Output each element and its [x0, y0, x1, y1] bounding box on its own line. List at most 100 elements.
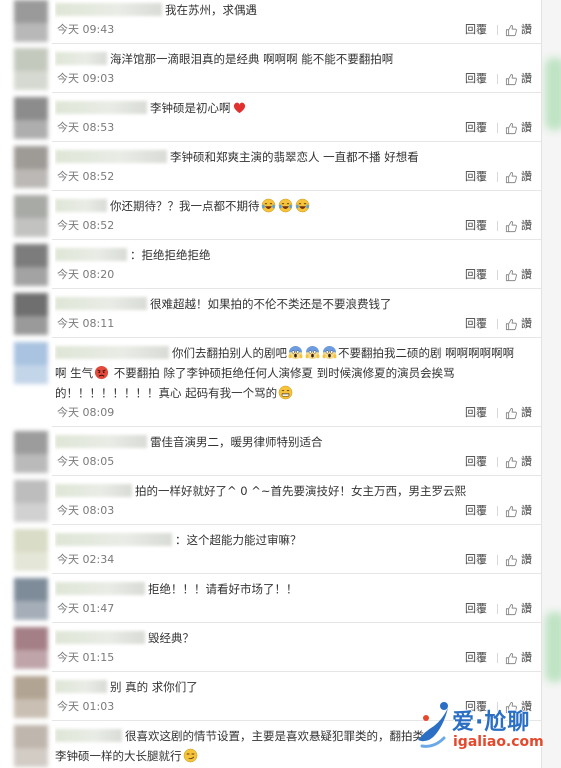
- reply-button[interactable]: 回覆: [465, 69, 487, 89]
- thumbs-up-icon: [505, 269, 518, 282]
- like-button[interactable]: 讚: [505, 501, 532, 521]
- like-button[interactable]: 讚: [505, 452, 532, 472]
- username[interactable]: [55, 199, 107, 212]
- comment-meta: 今天 08:52 回覆 讚: [55, 216, 541, 236]
- avatar[interactable]: [14, 578, 48, 620]
- like-button[interactable]: 讚: [505, 69, 532, 89]
- action-divider: [497, 74, 498, 84]
- username[interactable]: [55, 631, 145, 644]
- reply-button[interactable]: 回覆: [465, 265, 487, 285]
- avatar[interactable]: [14, 676, 48, 718]
- laughing-emoji: [261, 198, 276, 213]
- comment-meta: 今天 08:09 回覆 讚: [55, 403, 541, 423]
- comment-text: 海洋馆那一滴眼泪真的是经典 啊啊啊 能不能不要翻拍啊: [110, 52, 394, 66]
- username[interactable]: [55, 680, 107, 693]
- username[interactable]: [55, 248, 127, 261]
- comment-text-line: 你们去翻拍别人的剧吧 不要翻拍我二硕的剧 啊啊啊啊啊啊: [55, 343, 535, 363]
- avatar[interactable]: [14, 342, 48, 384]
- comment-text-line: ：拒绝拒绝拒绝: [55, 245, 535, 265]
- comment-time: 今天 09:03: [57, 72, 115, 85]
- like-button[interactable]: 讚: [505, 265, 532, 285]
- reply-button[interactable]: 回覆: [465, 118, 487, 138]
- thumbs-up-icon: [505, 456, 518, 469]
- comment-text: 你们去翻拍别人的剧吧: [172, 346, 287, 360]
- reply-button[interactable]: 回覆: [465, 550, 487, 570]
- reply-button[interactable]: 回覆: [465, 20, 487, 40]
- reply-button[interactable]: 回覆: [465, 216, 487, 236]
- like-label: 讚: [521, 651, 532, 664]
- username[interactable]: [55, 729, 122, 742]
- comment-text-line: 的！！！！！！！！真心 起码有我一个骂的: [55, 383, 535, 403]
- avatar[interactable]: [14, 627, 48, 669]
- avatar[interactable]: [14, 725, 48, 767]
- comment-text: 别 真的 求你们了: [110, 680, 198, 694]
- username[interactable]: [55, 52, 107, 65]
- like-button[interactable]: 讚: [505, 118, 532, 138]
- watermark-brand: 爱·尬聊: [452, 710, 531, 735]
- side-decoration: [545, 58, 561, 130]
- action-divider: [497, 319, 498, 329]
- comment-text: 很难超越！如果拍的不伦不类还是不要浪费钱了: [150, 297, 392, 311]
- scream-emoji: [322, 345, 337, 360]
- comment-meta: 今天 08:11 回覆 讚: [55, 314, 541, 334]
- comment-time: 今天 08:52: [57, 170, 115, 183]
- like-button[interactable]: 讚: [505, 648, 532, 668]
- scream-emoji: [305, 345, 320, 360]
- comment-meta: 今天 08:52 回覆 讚: [55, 167, 541, 187]
- comment-text-line: 李钟硕和郑爽主演的翡翠恋人 一直都不播 好想看: [55, 147, 535, 167]
- avatar[interactable]: [14, 431, 48, 473]
- reply-button[interactable]: 回覆: [465, 452, 487, 472]
- comment-time: 今天 08:11: [57, 317, 115, 330]
- avatar[interactable]: [14, 48, 48, 90]
- reply-button[interactable]: 回覆: [465, 403, 487, 423]
- like-button[interactable]: 讚: [505, 314, 532, 334]
- comment-item: ：拒绝拒绝拒绝 今天 08:20 回覆 讚: [0, 240, 541, 289]
- grin-emoji: [278, 385, 293, 400]
- comment-meta: 今天 02:34 回覆 讚: [55, 550, 541, 570]
- like-button[interactable]: 讚: [505, 599, 532, 619]
- avatar[interactable]: [14, 529, 48, 571]
- avatar[interactable]: [14, 480, 48, 522]
- thumbs-up-icon: [505, 73, 518, 86]
- comment-time: 今天 01:03: [57, 700, 115, 713]
- comment-text: 拒绝！！！请看好市场了！！: [148, 582, 298, 596]
- username[interactable]: [55, 101, 147, 114]
- comment-text-line: 啊 生气 不要翻拍 除了李钟硕拒绝任何人演修夏 到时候演修夏的演员会挨骂: [55, 363, 535, 383]
- like-button[interactable]: 讚: [505, 167, 532, 187]
- reply-button[interactable]: 回覆: [465, 501, 487, 521]
- comment-item: 拍的一样好就好了^ 0 ^~首先要演技好！女主万西，男主罗云熙 今天 08:03 回…: [0, 476, 541, 525]
- avatar[interactable]: [14, 97, 48, 139]
- reply-button[interactable]: 回覆: [465, 648, 487, 668]
- comment-text: 李钟硕和郑爽主演的翡翠恋人 一直都不播 好想看: [170, 150, 419, 164]
- reply-button[interactable]: 回覆: [465, 314, 487, 334]
- page-side-strip: [541, 0, 561, 768]
- username[interactable]: [55, 582, 145, 595]
- username[interactable]: [55, 150, 167, 163]
- avatar[interactable]: [14, 244, 48, 286]
- username[interactable]: [55, 297, 147, 310]
- reply-button[interactable]: 回覆: [465, 599, 487, 619]
- username[interactable]: [55, 484, 132, 497]
- like-button[interactable]: 讚: [505, 403, 532, 423]
- comment-text-line: 李钟硕是初心啊: [55, 98, 535, 118]
- comment-item: 你们去翻拍别人的剧吧 不要翻拍我二硕的剧 啊啊啊啊啊啊啊 生气 不要翻拍 除了李钟…: [0, 338, 541, 427]
- avatar[interactable]: [14, 293, 48, 335]
- username[interactable]: [55, 533, 172, 546]
- username[interactable]: [55, 435, 147, 448]
- reply-button[interactable]: 回覆: [465, 167, 487, 187]
- username[interactable]: [55, 3, 162, 16]
- heart-icon: [232, 100, 247, 115]
- like-label: 讚: [521, 602, 532, 615]
- avatar[interactable]: [14, 146, 48, 188]
- comment-item: 海洋馆那一滴眼泪真的是经典 啊啊啊 能不能不要翻拍啊今天 09:03 回覆 讚: [0, 44, 541, 93]
- thumbs-up-icon: [505, 603, 518, 616]
- thumbs-up-icon: [505, 24, 518, 37]
- like-button[interactable]: 讚: [505, 20, 532, 40]
- avatar[interactable]: [14, 0, 48, 42]
- comment-meta: 今天 08:05 回覆 讚: [55, 452, 541, 472]
- username[interactable]: [55, 346, 169, 359]
- like-button[interactable]: 讚: [505, 216, 532, 236]
- avatar[interactable]: [14, 195, 48, 237]
- like-button[interactable]: 讚: [505, 550, 532, 570]
- comment-item: 毁经典？ 今天 01:15 回覆 讚: [0, 623, 541, 672]
